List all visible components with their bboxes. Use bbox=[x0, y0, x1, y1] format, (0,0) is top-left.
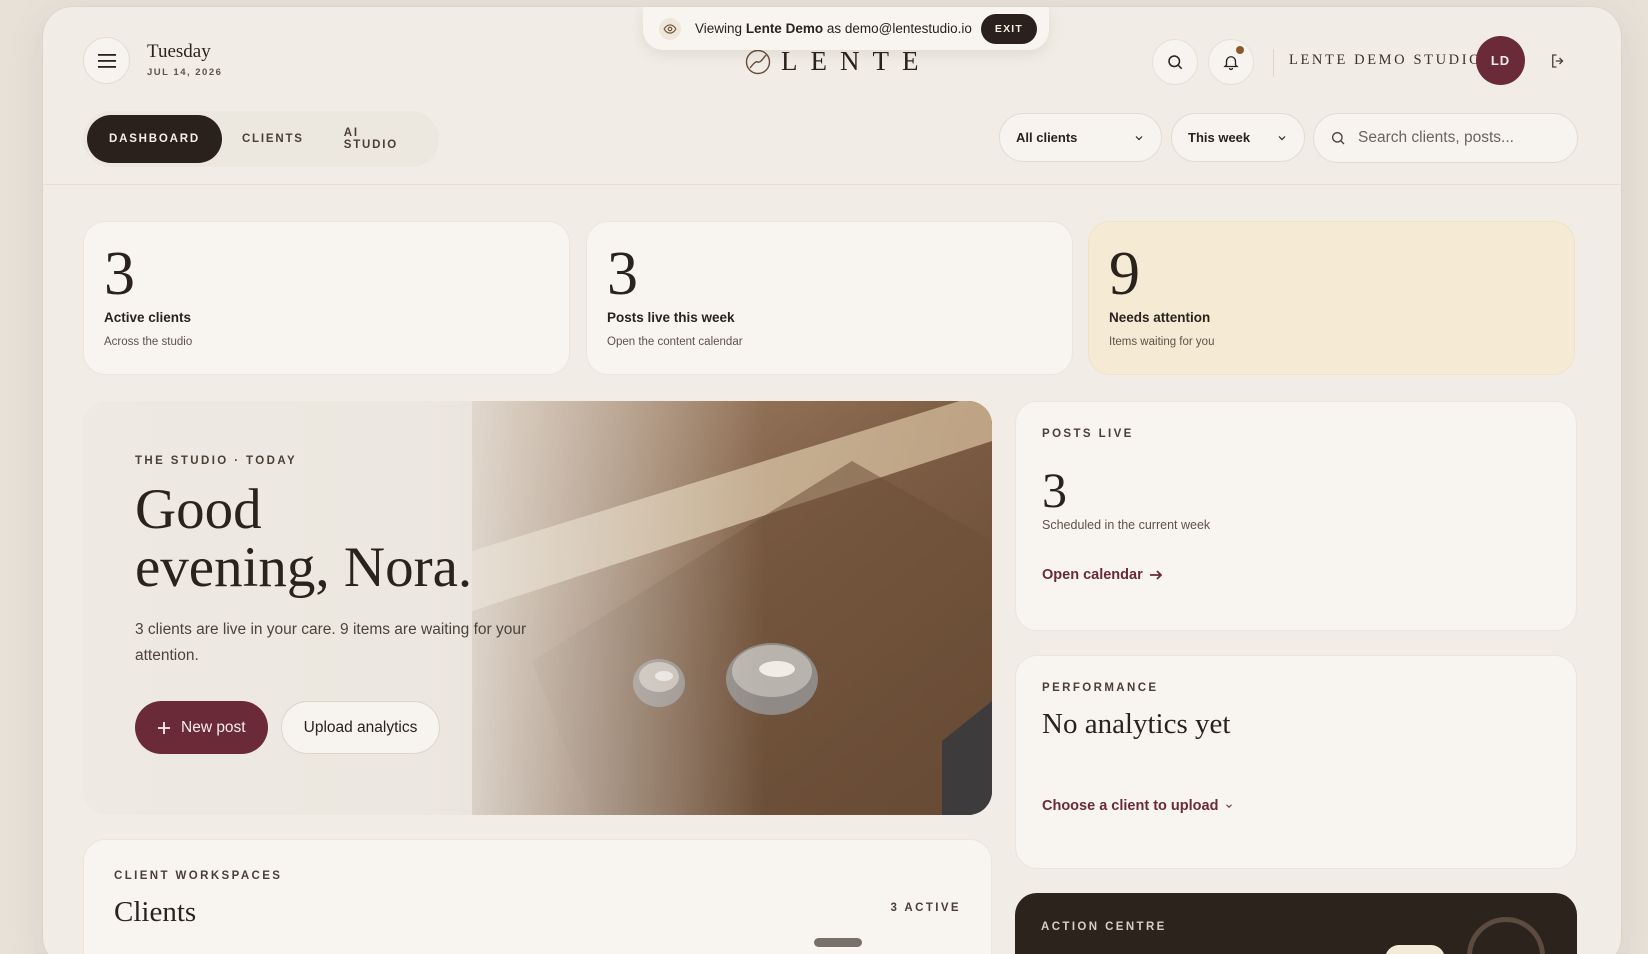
scroll-handle[interactable] bbox=[814, 938, 862, 947]
banner-workspace: Lente Demo bbox=[745, 21, 824, 36]
hero-eyebrow: THE STUDIO · TODAY bbox=[135, 455, 298, 467]
logout-button[interactable] bbox=[1546, 49, 1570, 73]
chevron-down-icon bbox=[1226, 804, 1233, 809]
search-input[interactable] bbox=[1358, 129, 1558, 147]
main-nav: DASHBOARD CLIENTS AI STUDIO bbox=[83, 111, 439, 167]
upload-analytics-button[interactable]: Upload analytics bbox=[280, 701, 441, 754]
avatar[interactable]: LD bbox=[1476, 36, 1525, 85]
open-calendar-label: Open calendar bbox=[1042, 567, 1143, 583]
weekday-label: Tuesday bbox=[147, 41, 211, 62]
new-post-label: New post bbox=[181, 718, 246, 736]
chevron-down-icon bbox=[1135, 135, 1143, 140]
chevron-down-icon bbox=[1278, 135, 1286, 140]
logo-mark-icon bbox=[745, 49, 771, 74]
bell-icon bbox=[1223, 56, 1239, 71]
header-rule bbox=[43, 184, 1621, 185]
open-calendar-link[interactable]: Open calendar bbox=[1042, 567, 1163, 583]
stat-label: Active clients bbox=[104, 310, 192, 325]
performance-title: No analytics yet bbox=[1042, 708, 1231, 740]
clients-filter[interactable]: All clients bbox=[999, 113, 1162, 162]
stat-value: 3 bbox=[104, 240, 135, 308]
action-chip[interactable] bbox=[1385, 945, 1445, 954]
banner-email: demo@lentestudio.io bbox=[844, 21, 972, 36]
new-post-button[interactable]: New post bbox=[135, 701, 268, 754]
hero-content: THE STUDIO · TODAY Good evening, Nora. 3… bbox=[135, 455, 535, 754]
banner-middle: as bbox=[826, 21, 842, 36]
hero-actions: New post Upload analytics bbox=[135, 701, 535, 754]
action-centre-card: ACTION CENTRE bbox=[1015, 893, 1577, 954]
stat-card-posts-live[interactable]: 3 Posts live this week Open the content … bbox=[586, 221, 1073, 375]
stat-value: 3 bbox=[607, 240, 638, 308]
tab-clients[interactable]: CLIENTS bbox=[222, 115, 324, 163]
search-bar bbox=[1313, 113, 1578, 163]
eye-icon bbox=[659, 17, 681, 40]
stat-sub: Items waiting for you bbox=[1109, 336, 1215, 348]
clients-title: Clients bbox=[114, 896, 197, 928]
studio-name: LENTE DEMO STUDIO bbox=[1289, 52, 1483, 68]
hero-title: Good evening, Nora. bbox=[135, 481, 535, 597]
notifications-button[interactable] bbox=[1208, 39, 1254, 85]
notification-dot bbox=[1236, 46, 1244, 54]
banner-prefix: Viewing bbox=[695, 21, 743, 36]
demo-banner-text: Viewing Lente Demo as demo@lentestudio.i… bbox=[695, 21, 972, 36]
tab-dashboard[interactable]: DASHBOARD bbox=[87, 115, 222, 163]
stat-label: Needs attention bbox=[1109, 310, 1211, 325]
performance-eyebrow: PERFORMANCE bbox=[1042, 682, 1159, 694]
date-label: JUL 14, 2026 bbox=[147, 67, 223, 78]
plus-icon bbox=[158, 721, 170, 734]
hero-title-line1: Good bbox=[135, 478, 262, 541]
logout-icon bbox=[1552, 54, 1564, 68]
stat-label: Posts live this week bbox=[607, 310, 735, 325]
stat-card-active-clients[interactable]: 3 Active clients Across the studio bbox=[83, 221, 570, 375]
posts-live-sub: Scheduled in the current week bbox=[1042, 518, 1211, 532]
hamburger-icon bbox=[97, 53, 116, 68]
menu-button[interactable] bbox=[83, 37, 130, 84]
posts-live-card: POSTS LIVE 3 Scheduled in the current we… bbox=[1015, 401, 1577, 631]
demo-banner: Viewing Lente Demo as demo@lentestudio.i… bbox=[643, 7, 1049, 50]
choose-client-dropdown[interactable]: Choose a client to upload bbox=[1042, 798, 1234, 814]
app-window: Viewing Lente Demo as demo@lentestudio.i… bbox=[43, 7, 1621, 954]
search-button[interactable] bbox=[1152, 39, 1198, 85]
clients-count: 3 ACTIVE bbox=[890, 902, 961, 914]
choose-client-label: Choose a client to upload bbox=[1042, 798, 1219, 814]
period-filter[interactable]: This week bbox=[1171, 113, 1305, 162]
clients-eyebrow: CLIENT WORKSPACES bbox=[114, 870, 283, 882]
tab-ai-studio[interactable]: AI STUDIO bbox=[324, 115, 435, 163]
stat-card-needs-attention[interactable]: 9 Needs attention Items waiting for you bbox=[1088, 221, 1575, 375]
header-divider bbox=[1273, 49, 1274, 77]
posts-live-eyebrow: POSTS LIVE bbox=[1042, 428, 1134, 440]
hero-card: THE STUDIO · TODAY Good evening, Nora. 3… bbox=[83, 401, 992, 815]
logo-text: LENTE bbox=[781, 46, 932, 76]
search-icon bbox=[1332, 132, 1345, 145]
stat-sub: Open the content calendar bbox=[607, 336, 743, 348]
exit-demo-button[interactable]: EXIT bbox=[980, 13, 1037, 44]
date-block: Tuesday JUL 14, 2026 bbox=[147, 41, 222, 78]
arrow-right-icon bbox=[1149, 570, 1163, 580]
posts-live-value: 3 bbox=[1042, 462, 1067, 518]
search-icon bbox=[1168, 55, 1183, 70]
period-filter-value: This week bbox=[1188, 130, 1251, 145]
logo[interactable]: LENTE bbox=[745, 46, 931, 77]
hero-subtitle: 3 clients are live in your care. 9 items… bbox=[135, 621, 527, 664]
stat-sub: Across the studio bbox=[104, 336, 193, 348]
hero-title-line2: evening, Nora. bbox=[135, 536, 473, 599]
stat-value: 9 bbox=[1109, 240, 1140, 308]
clients-card: CLIENT WORKSPACES Clients 3 ACTIVE bbox=[83, 839, 992, 954]
performance-card: PERFORMANCE No analytics yet Choose a cl… bbox=[1015, 655, 1577, 869]
clients-filter-value: All clients bbox=[1016, 130, 1078, 145]
